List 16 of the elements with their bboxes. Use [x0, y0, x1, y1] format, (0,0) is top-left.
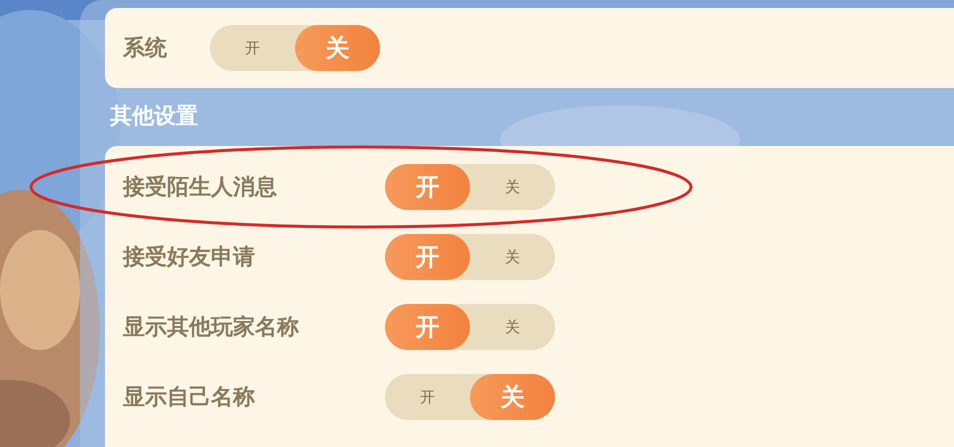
setting-label: 系统	[123, 35, 168, 63]
toggle-option[interactable]: 关	[470, 304, 555, 350]
toggle-option[interactable]: 关	[470, 164, 555, 210]
toggle-option[interactable]: 开	[385, 234, 470, 280]
setting-label: 显示自己名称	[123, 384, 256, 412]
toggle-option[interactable]: 开	[385, 164, 470, 210]
setting-label: 接受陌生人消息	[123, 174, 278, 202]
toggle-option[interactable]: 开	[385, 374, 470, 420]
toggle-option[interactable]: 关	[470, 374, 555, 420]
toggle-option[interactable]: 开	[210, 25, 295, 71]
setting-label: 接受好友申请	[123, 244, 256, 272]
toggle-option[interactable]: 关	[470, 234, 555, 280]
setting-label: 显示其他玩家名称	[123, 314, 300, 342]
section-title: 其他设置	[110, 103, 199, 131]
toggle-option[interactable]: 开	[385, 304, 470, 350]
toggle-option[interactable]: 关	[295, 25, 380, 71]
